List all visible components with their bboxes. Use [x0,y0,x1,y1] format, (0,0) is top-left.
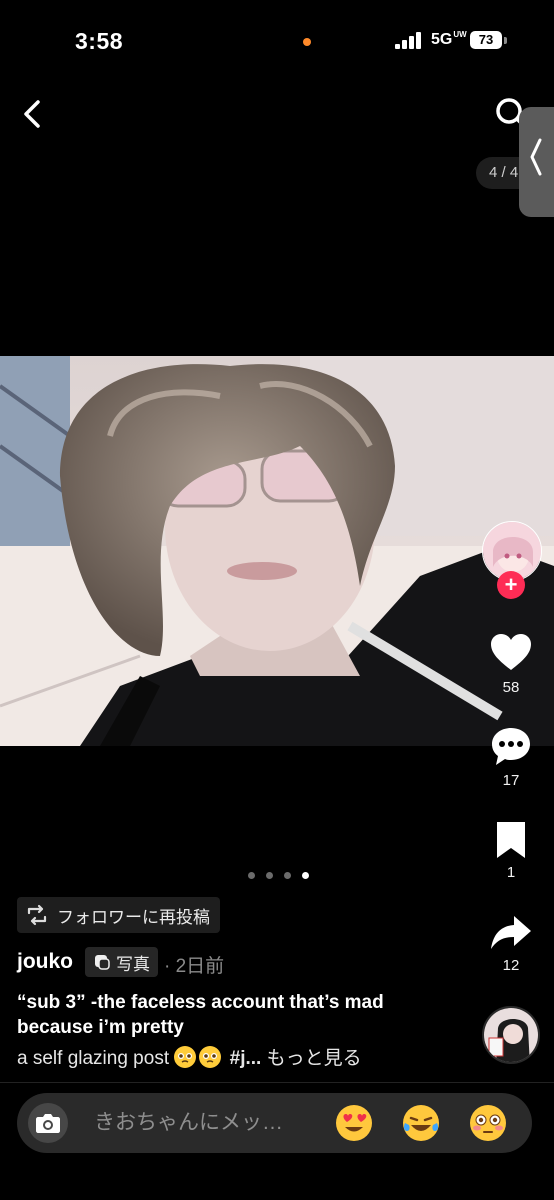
camera-button[interactable] [28,1103,68,1143]
battery-icon: 73 [470,31,502,49]
camera-icon [36,1114,60,1133]
sound-disc[interactable] [482,1006,540,1064]
heart-eyes-emoji-icon [336,1105,372,1141]
repost-icon [27,904,47,926]
author-username[interactable]: jouko [17,950,73,974]
caption-title: “sub 3” -the faceless account that’s mad… [17,992,384,1038]
post-photo[interactable] [0,356,554,746]
comment-icon [492,728,530,765]
selfie-image [0,356,554,746]
share-arrow-icon [491,916,531,949]
pagination-dot [284,872,291,879]
like-button[interactable] [488,630,534,676]
flushed-emoji-button[interactable] [468,1103,508,1143]
back-icon [24,100,40,128]
photo-mode-label: 写真 [116,954,150,974]
network-indicator: 5GUW [431,30,467,49]
comment-button[interactable] [488,724,534,770]
caption-text: a self glazing post [17,1048,170,1069]
share-count: 12 [502,957,520,974]
pagination-dot [266,872,273,879]
photo-mode-tag[interactable]: 写真 [85,947,158,977]
laughing-tears-emoji-icon [403,1105,439,1141]
pagination-dot-active [302,872,309,879]
heart-eyes-emoji-button[interactable] [334,1103,374,1143]
flushed-emoji-icon [470,1105,506,1141]
caption-body[interactable]: a self glazing post #j... もっと見る [17,1043,362,1070]
share-button[interactable] [488,910,534,956]
caption-hashtag[interactable]: #j... [230,1048,262,1069]
comment-count: 17 [502,772,520,789]
see-more-link[interactable]: もっと見る [267,1048,362,1069]
chevron-left-icon [530,138,542,176]
carousel-pagination [248,866,320,879]
edge-panel-handle[interactable] [519,107,554,217]
follow-button[interactable]: + [497,571,525,599]
save-count: 1 [506,864,516,881]
laughing-tears-emoji-button[interactable] [401,1103,441,1143]
status-time: 3:58 [75,28,124,54]
repost-to-followers-button[interactable]: フォロワーに再投稿 [17,897,220,933]
post-date: · 2日前 [164,956,225,977]
comment-input[interactable] [82,1096,322,1150]
heart-icon [491,634,531,670]
repost-label: フォロワーに再投稿 [57,907,210,927]
pagination-dot [248,872,255,879]
sound-cover-image [484,1008,538,1062]
back-button[interactable] [18,98,48,130]
save-button[interactable] [488,818,534,864]
photo-mode-icon [95,955,110,970]
privacy-indicator-dot [303,38,311,46]
battery-tip [504,37,507,44]
divider [0,1082,554,1083]
signal-strength-icon [395,32,423,49]
pleading-face-emoji [199,1046,222,1068]
like-count: 58 [502,679,520,696]
bookmark-icon [497,822,525,858]
pleading-face-emoji [174,1046,197,1068]
